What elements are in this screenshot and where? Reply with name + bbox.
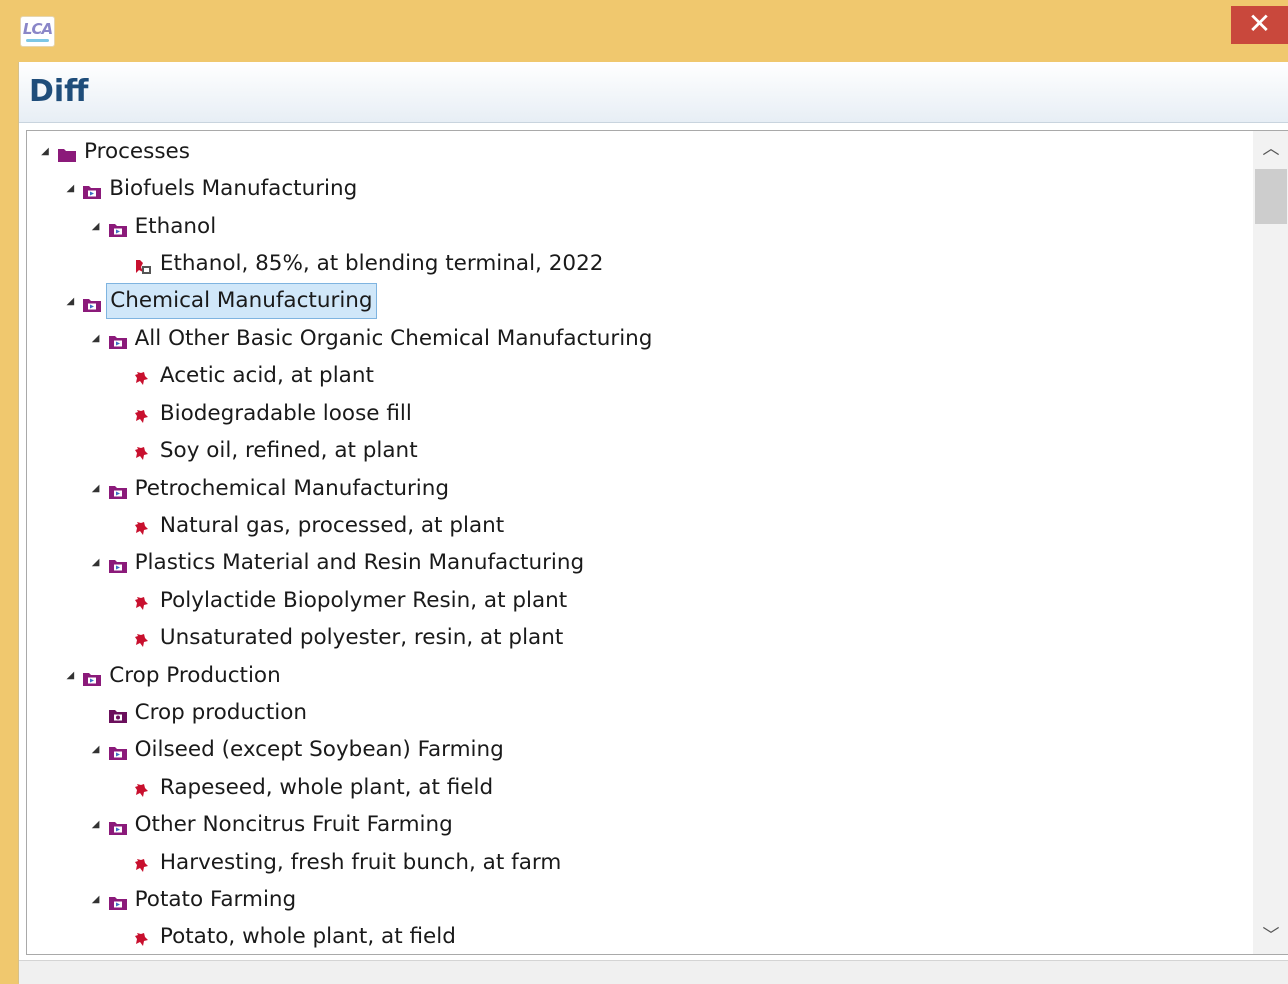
process-icon (133, 405, 153, 423)
category-folder-icon (108, 330, 128, 349)
close-button[interactable]: ✕ (1231, 6, 1288, 44)
tree-item-label[interactable]: Potato, whole plant, at field (157, 922, 459, 952)
category-folder-icon (108, 891, 128, 910)
tree-item-label[interactable]: Other Noncitrus Fruit Farming (132, 810, 456, 840)
tree-item-label[interactable]: Ethanol (132, 212, 220, 242)
chevron-down-icon[interactable]: ﹀ (1253, 918, 1288, 954)
tree-item-label[interactable]: Oilseed (except Soybean) Farming (132, 735, 507, 765)
tree-item-label[interactable]: Ethanol, 85%, at blending terminal, 2022 (157, 249, 607, 279)
expand-toggle-icon[interactable]: ◢ (90, 810, 102, 840)
tree-item-label[interactable]: Polylactide Biopolymer Resin, at plant (157, 586, 570, 616)
expand-toggle-icon[interactable]: ◢ (64, 174, 76, 204)
expand-toggle-icon[interactable]: ◢ (90, 735, 102, 765)
status-bar (19, 960, 1288, 984)
chevron-up-icon[interactable]: ︿ (1253, 131, 1288, 167)
tree-item-label[interactable]: Chemical Manufacturing (106, 282, 377, 319)
process-icon (133, 517, 153, 535)
vertical-scrollbar[interactable]: ︿ ﹀ (1253, 131, 1288, 954)
tree-item-label[interactable]: Harvesting, fresh fruit bunch, at farm (157, 848, 564, 878)
lca-logo-icon: LCA (20, 16, 55, 47)
tree-item-label[interactable]: Processes (81, 137, 193, 167)
tree-item-label[interactable]: Rapeseed, whole plant, at field (157, 773, 496, 803)
expand-toggle-icon[interactable]: ◢ (64, 287, 76, 317)
expand-toggle-icon[interactable]: ◢ (90, 212, 102, 242)
category-folder-alt-icon (108, 704, 128, 723)
system-process-icon (133, 255, 153, 275)
tree-item-label[interactable]: Acetic acid, at plant (157, 361, 377, 391)
folder-icon (57, 143, 77, 162)
category-folder-icon (108, 554, 128, 574)
dialog-header: Diff (19, 62, 1288, 123)
process-icon (133, 629, 153, 648)
tree-item-label[interactable]: Biodegradable loose fill (157, 399, 415, 429)
tree-item-label[interactable]: Petrochemical Manufacturing (132, 474, 452, 504)
tree-item-label[interactable]: Unsaturated polyester, resin, at plant (157, 623, 566, 653)
expand-toggle-icon[interactable]: ◢ (39, 137, 51, 167)
category-folder-icon (82, 293, 102, 312)
expand-toggle-icon[interactable]: ◢ (90, 885, 102, 915)
category-folder-icon (108, 816, 128, 836)
scroll-thumb[interactable] (1255, 169, 1287, 224)
tree-item-label[interactable]: Natural gas, processed, at plant (157, 511, 507, 541)
category-folder-icon (82, 180, 102, 200)
tree-item-label[interactable]: All Other Basic Organic Chemical Manufac… (132, 324, 656, 354)
expand-toggle-icon[interactable]: ◢ (90, 324, 102, 354)
category-folder-icon (82, 667, 102, 686)
category-folder-icon (108, 480, 128, 499)
process-icon (133, 928, 153, 947)
process-icon (133, 442, 153, 461)
diff-tree[interactable]: ◢ Processes ◢ Biofuels Manufacturing ◢ Ethano… (26, 130, 1288, 955)
tree-item-label[interactable]: Soy oil, refined, at plant (157, 436, 421, 466)
tree-item-label[interactable]: Potato Farming (132, 885, 300, 915)
category-folder-icon (108, 218, 128, 237)
tree-item-label[interactable]: Crop Production (106, 661, 283, 691)
title-bar: LCA ✕ (0, 0, 1288, 62)
page-title: Diff (29, 74, 89, 109)
category-folder-icon (108, 741, 128, 761)
process-icon (133, 854, 153, 872)
process-icon (133, 367, 153, 386)
process-icon (133, 779, 153, 797)
tree-item-label[interactable]: Plastics Material and Resin Manufacturin… (132, 548, 588, 578)
expand-toggle-icon[interactable]: ◢ (90, 548, 102, 578)
expand-toggle-icon[interactable]: ◢ (90, 474, 102, 504)
tree-item-label[interactable]: Crop production (132, 698, 310, 728)
expand-toggle-icon[interactable]: ◢ (64, 661, 76, 691)
process-icon (133, 592, 153, 610)
tree-item-label[interactable]: Biofuels Manufacturing (106, 174, 360, 204)
diff-dialog: Diff ◢ Processes ◢ Biofuels Manufacturing ◢ E… (18, 62, 1288, 984)
